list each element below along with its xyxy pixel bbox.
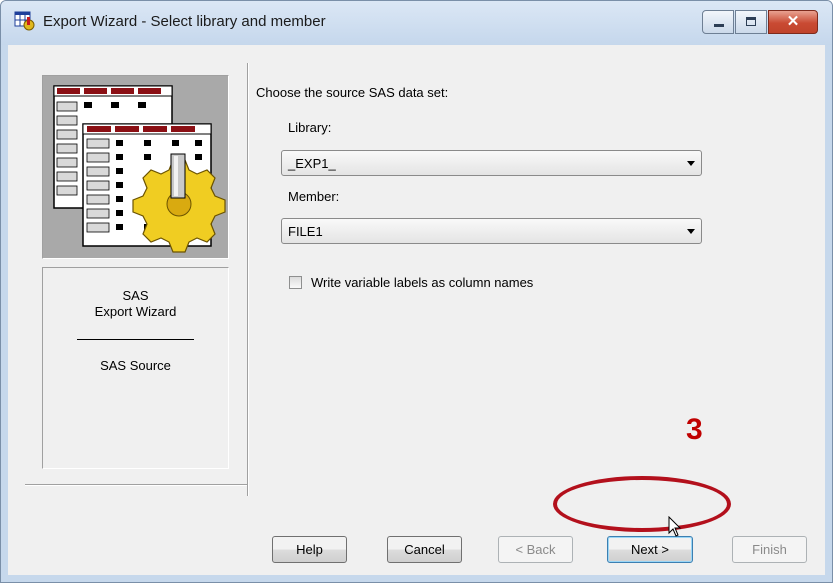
- source-prompt: Choose the source SAS data set:: [256, 85, 449, 100]
- cancel-button[interactable]: Cancel: [387, 536, 462, 563]
- help-button-label: Help: [296, 542, 323, 557]
- help-button[interactable]: Help: [272, 536, 347, 563]
- vertical-separator: [247, 63, 249, 496]
- variable-labels-checkbox-label[interactable]: Write variable labels as column names: [311, 275, 533, 290]
- library-label: Library:: [288, 120, 332, 135]
- close-icon: ✕: [786, 13, 800, 30]
- title-bar[interactable]: Export Wizard - Select library and membe…: [1, 1, 832, 45]
- step-number-annotation: 3: [686, 413, 703, 446]
- panel-divider: [77, 339, 194, 340]
- wizard-info-panel: SAS Export Wizard SAS Source: [42, 267, 229, 469]
- export-wizard-window: Export Wizard - Select library and membe…: [0, 0, 833, 583]
- finish-button[interactable]: Finish: [732, 536, 807, 563]
- member-label: Member:: [288, 189, 340, 204]
- library-dropdown[interactable]: _EXP1_: [281, 150, 702, 176]
- wizard-image-panel: [42, 75, 229, 259]
- dropdown-arrow-icon: [687, 229, 695, 234]
- member-value: FILE1: [288, 224, 323, 239]
- maximize-button[interactable]: [735, 10, 767, 34]
- variable-labels-checkbox[interactable]: [289, 276, 302, 289]
- mouse-cursor-icon: [668, 516, 682, 537]
- cancel-button-label: Cancel: [404, 542, 445, 557]
- minimize-button[interactable]: [702, 10, 734, 34]
- data-table-gear-illustration: [53, 85, 226, 253]
- horizontal-separator: [25, 484, 249, 486]
- window-title: Export Wizard - Select library and membe…: [43, 13, 326, 30]
- library-value: _EXP1_: [288, 156, 336, 171]
- maximize-icon: [746, 17, 756, 26]
- close-button[interactable]: ✕: [768, 10, 818, 34]
- caption-buttons: ✕: [702, 10, 818, 34]
- wizard-name-label: SAS Export Wizard: [94, 288, 177, 319]
- finish-button-label: Finish: [752, 542, 787, 557]
- member-dropdown[interactable]: FILE1: [281, 218, 702, 244]
- sas-export-app-icon: [14, 11, 35, 31]
- next-button-label: Next >: [631, 542, 669, 557]
- minimize-icon: [714, 24, 724, 27]
- next-button[interactable]: Next >: [607, 536, 693, 563]
- wizard-step-label: SAS Source: [100, 358, 171, 373]
- wizard-client-area: SAS Export Wizard SAS Source Choose the …: [8, 45, 825, 575]
- back-button-label: < Back: [515, 542, 556, 557]
- dropdown-arrow-icon: [687, 161, 695, 166]
- back-button[interactable]: < Back: [498, 536, 573, 563]
